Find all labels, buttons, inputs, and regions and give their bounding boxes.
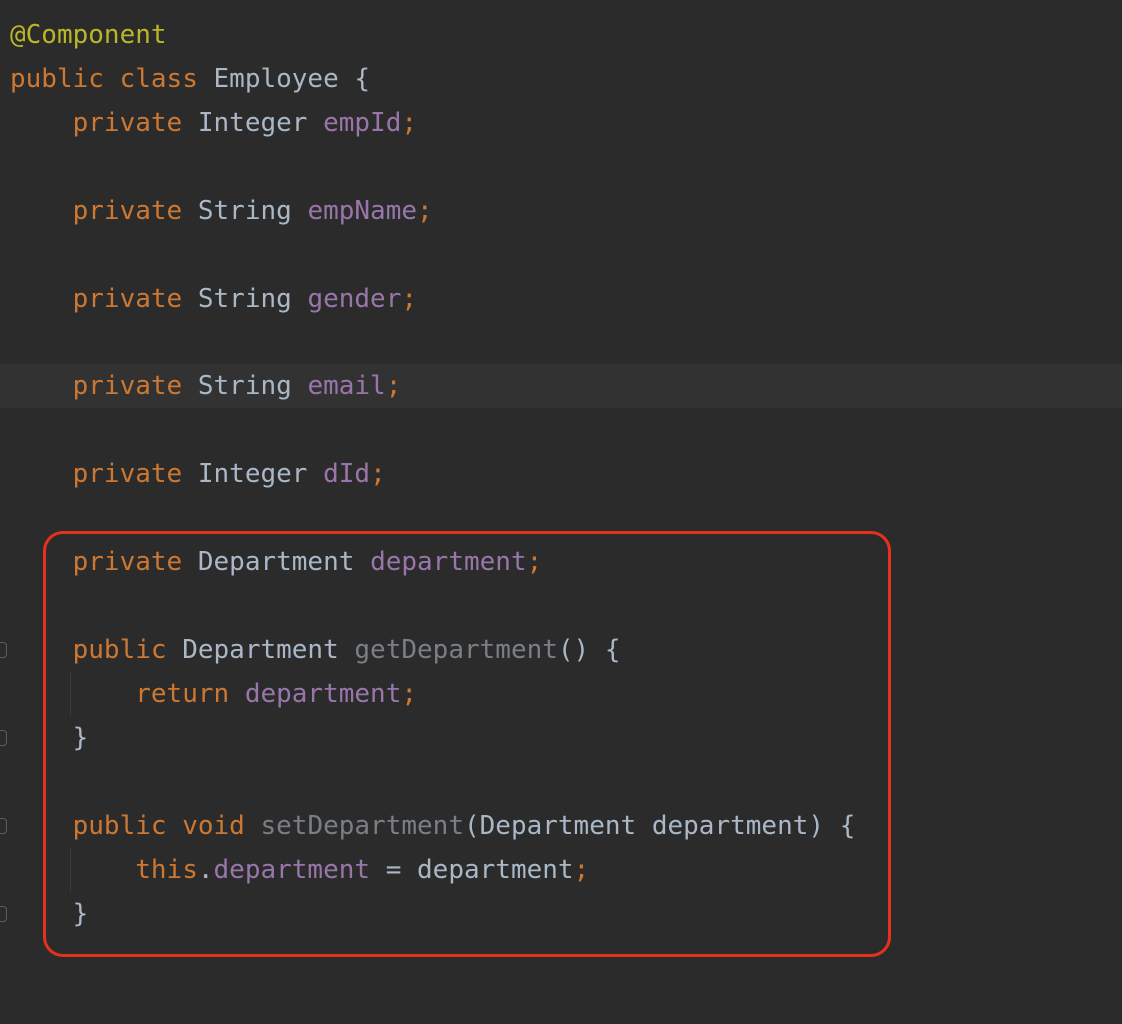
keyword-token: void	[182, 811, 245, 841]
code-line-current: private String email;	[0, 364, 1122, 408]
semicolon-token: ;	[385, 371, 402, 401]
annotation-token: @Component	[10, 20, 167, 50]
fold-marker-icon[interactable]	[0, 906, 7, 922]
keyword-token: return	[135, 679, 230, 709]
semicolon-token: ;	[401, 108, 418, 138]
type-token: Integer	[197, 108, 308, 138]
signature-token: () {	[557, 635, 621, 665]
signature-token: ) {	[808, 811, 856, 841]
param-name: department	[417, 855, 574, 885]
dot-token: .	[197, 855, 214, 885]
keyword-token: private	[72, 459, 183, 489]
code-line-field: private Integer empId;	[0, 101, 1122, 145]
semicolon-token: ;	[417, 196, 433, 226]
keyword-token: public	[10, 64, 104, 94]
keyword-token: private	[72, 547, 183, 577]
code-line: }	[0, 716, 1122, 760]
field-name: gender	[307, 284, 402, 314]
paren-token: (	[463, 811, 480, 841]
indent-guide	[70, 848, 71, 892]
code-line-method: public void setDepartment(Department dep…	[0, 804, 1122, 848]
keyword-token: class	[119, 64, 198, 94]
field-name: department	[370, 547, 527, 577]
type-token: Department	[479, 811, 637, 841]
code-line: public class Employee {	[0, 57, 1122, 101]
method-name: getDepartment	[354, 635, 558, 665]
semicolon-token: ;	[573, 855, 590, 885]
code-line: return department;	[0, 672, 1122, 716]
indent-guide	[70, 672, 71, 716]
code-editor[interactable]: @Component public class Employee { priva…	[0, 0, 1122, 984]
keyword-token: private	[72, 284, 183, 314]
field-name: empId	[323, 108, 402, 138]
keyword-token: public	[72, 635, 167, 665]
type-token: Integer	[197, 459, 308, 489]
semicolon-token: ;	[401, 679, 418, 709]
fold-marker-icon[interactable]	[0, 730, 7, 746]
semicolon-token: ;	[401, 284, 418, 314]
param-name: department	[651, 811, 809, 841]
code-line: this.department = department;	[0, 848, 1122, 892]
field-name: department	[213, 855, 371, 885]
operator-token: =	[370, 855, 418, 885]
type-token: Department	[197, 547, 355, 577]
field-name: dId	[323, 459, 371, 489]
keyword-token: this	[135, 855, 198, 885]
field-name: email	[307, 371, 386, 401]
keyword-token: private	[72, 108, 183, 138]
code-line-field: private Integer dId;	[0, 452, 1122, 496]
type-token: String	[197, 196, 292, 226]
brace-token: }	[72, 899, 89, 929]
semicolon-token: ;	[526, 547, 543, 577]
type-token: String	[197, 371, 292, 401]
brace-token: {	[354, 64, 371, 94]
code-line: @Component	[0, 13, 1122, 57]
fold-marker-icon[interactable]	[0, 642, 7, 658]
keyword-token: private	[72, 371, 183, 401]
code-line-field: private String empName;	[0, 189, 1122, 233]
code-line-method: public Department getDepartment() {	[0, 628, 1122, 672]
type-token: String	[197, 284, 292, 314]
class-name: Employee	[213, 64, 339, 94]
keyword-token: public	[72, 811, 167, 841]
field-name: department	[244, 679, 402, 709]
code-line-field: private String gender;	[0, 277, 1122, 321]
code-line-field: private Department department;	[0, 540, 1122, 584]
type-token: Department	[182, 635, 339, 665]
keyword-token: private	[72, 196, 183, 226]
brace-token: }	[72, 723, 89, 753]
method-name: setDepartment	[260, 811, 464, 841]
field-name: empName	[307, 196, 418, 226]
code-line: }	[0, 892, 1122, 936]
fold-marker-icon[interactable]	[0, 818, 7, 834]
semicolon-token: ;	[370, 459, 386, 489]
